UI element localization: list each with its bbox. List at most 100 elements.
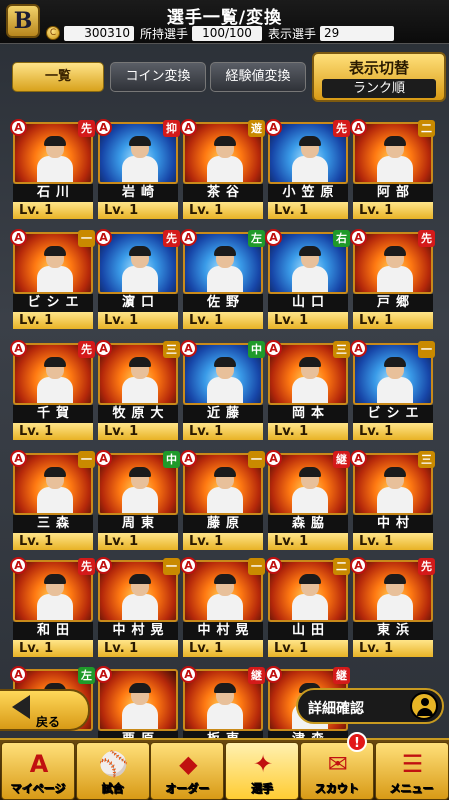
player-figure-icon — [207, 683, 243, 729]
nav-label: メニュー — [389, 782, 434, 796]
nav-button[interactable]: A マイページ — [1, 742, 75, 800]
rank-a-badge: A — [10, 666, 27, 683]
nav-icon: ⚾ — [98, 750, 129, 778]
player-card[interactable]: A 三牧原大 Lv. 1 — [95, 340, 180, 443]
player-card[interactable]: A 先東浜 Lv. 1 — [350, 557, 435, 660]
player-card[interactable]: A 先戸郷 Lv. 1 — [350, 229, 435, 332]
player-card[interactable]: A 先濵口 Lv. 1 — [95, 229, 180, 332]
player-figure-icon — [292, 574, 328, 620]
back-label: 戻る — [36, 715, 61, 729]
back-arrow-icon — [12, 695, 30, 719]
rank-a-badge: A — [350, 229, 367, 246]
position-badge: 中 — [163, 451, 180, 468]
bottom-nav: A マイページ ⚾ 試合 ◆ オーダー ✦ 選手 ✉ スカウト ☰ メニュー — [0, 738, 449, 800]
player-card[interactable]: A 左佐野 Lv. 1 — [180, 229, 265, 332]
player-card[interactable]: A 継森脇 Lv. 1 — [265, 450, 350, 553]
rank-a-badge: A — [95, 666, 112, 683]
position-badge: 左 — [78, 667, 95, 684]
nav-button[interactable]: ✦ 選手 — [225, 742, 300, 800]
position-badge: 先 — [78, 341, 95, 358]
player-card[interactable]: A 三中村 Lv. 1 — [350, 450, 435, 553]
player-card[interactable]: A 二山田 Lv. 1 — [265, 557, 350, 660]
tab-coin-convert[interactable]: コイン変換 — [110, 62, 206, 92]
player-card[interactable]: A 一三森 Lv. 1 — [10, 450, 95, 553]
player-level: Lv. 1 — [268, 640, 348, 657]
nav-label: 選手 — [251, 782, 274, 796]
rank-a-badge: A — [10, 450, 27, 467]
player-card[interactable]: A 一中村晃 Lv. 1 — [95, 557, 180, 660]
player-card[interactable]: A 三岡本 Lv. 1 — [265, 340, 350, 443]
position-badge: 継 — [333, 451, 350, 468]
nav-button[interactable]: ☰ メニュー — [374, 742, 449, 800]
player-card[interactable]: A 先石川 Lv. 1 — [10, 119, 95, 222]
player-card[interactable]: A 右山口 Lv. 1 — [265, 229, 350, 332]
player-level: Lv. 1 — [353, 202, 433, 219]
rank-a-badge: A — [10, 229, 27, 246]
player-name: 山田 — [268, 622, 348, 640]
player-card[interactable]: A 一ビシエドLv. 1 — [10, 229, 95, 332]
player-card[interactable]: A 中周東 Lv. 1 — [95, 450, 180, 553]
player-level: Lv. 1 — [183, 640, 263, 657]
rank-a-badge: A — [180, 557, 197, 574]
position-badge: 継 — [333, 667, 350, 684]
player-figure-icon — [207, 357, 243, 403]
player-card[interactable]: A 先千賀 Lv. 1 — [10, 340, 95, 443]
position-badge: 三 — [333, 341, 350, 358]
rank-a-badge: A — [180, 229, 197, 246]
player-card[interactable]: A 一藤原 Lv. 1 — [180, 450, 265, 553]
player-card[interactable]: A 遊茶谷 Lv. 1 — [180, 119, 265, 222]
player-card[interactable]: A 中近藤 Lv. 1 — [180, 340, 265, 443]
back-button[interactable]: 戻る — [0, 689, 90, 731]
position-badge: 抑 — [163, 120, 180, 137]
player-name: 岡本 — [268, 405, 348, 423]
player-figure-icon — [292, 246, 328, 292]
rank-a-badge: A — [10, 557, 27, 574]
rank-a-badge: A — [350, 450, 367, 467]
rank-a-badge: A — [265, 666, 282, 683]
player-card[interactable]: A 一中村晃 Lv. 1 — [180, 557, 265, 660]
rank-a-badge: A — [350, 340, 367, 357]
player-name: 近藤 — [183, 405, 263, 423]
tab-list[interactable]: 一覧 — [12, 62, 104, 92]
tab-exp-convert[interactable]: 経験値変換 — [210, 62, 306, 92]
position-badge: 先 — [78, 558, 95, 575]
player-figure-icon — [292, 136, 328, 182]
nav-button[interactable]: ⚾ 試合 — [75, 742, 150, 800]
player-name: ビシエド — [353, 405, 433, 439]
nav-icon: A — [29, 750, 49, 778]
player-level: Lv. 1 — [13, 312, 93, 329]
player-card[interactable]: A 抑岩崎 Lv. 1 — [95, 119, 180, 222]
player-figure-icon — [377, 246, 413, 292]
shown-label: 表示選手 — [268, 26, 317, 41]
player-name: 戸郷 — [353, 294, 433, 312]
rank-a-badge: A — [265, 119, 282, 136]
player-level: Lv. 1 — [183, 202, 263, 219]
player-level: Lv. 1 — [13, 202, 93, 219]
player-card[interactable]: A 二阿部 Lv. 1 — [350, 119, 435, 222]
position-badge: 一 — [163, 558, 180, 575]
player-figure-icon — [207, 246, 243, 292]
nav-button[interactable]: ◆ オーダー — [150, 742, 225, 800]
player-figure-icon — [377, 357, 413, 403]
player-figure-icon — [377, 574, 413, 620]
player-figure-icon — [37, 246, 73, 292]
player-card[interactable]: A 先小笠原 Lv. 1 — [265, 119, 350, 222]
player-card[interactable]: A 一ビシエドLv. 1 — [350, 340, 435, 443]
coin-icon: C — [46, 26, 60, 40]
detail-check-button[interactable]: 詳細確認 — [296, 688, 444, 724]
header: B 選手一覧/変換 C 300310 所持選手 100/100 表示選手 29 — [0, 0, 449, 44]
player-card[interactable]: A 先和田 Lv. 1 — [10, 557, 95, 660]
player-level: Lv. 1 — [183, 423, 263, 440]
shown-count: 29 — [320, 25, 395, 41]
player-figure-icon — [207, 574, 243, 620]
player-name: 牧原大 — [98, 405, 178, 423]
position-badge: 一 — [78, 230, 95, 247]
notification-badge: ! — [347, 732, 367, 752]
position-badge: 右 — [333, 230, 350, 247]
rank-a-badge: A — [265, 340, 282, 357]
player-figure-icon — [122, 136, 158, 182]
nav-button[interactable]: ✉ スカウト — [299, 742, 374, 800]
display-toggle-button[interactable]: 表示切替 ランク順 — [312, 52, 446, 102]
player-name: 岩崎 — [98, 184, 178, 202]
rank-a-badge: A — [95, 229, 112, 246]
